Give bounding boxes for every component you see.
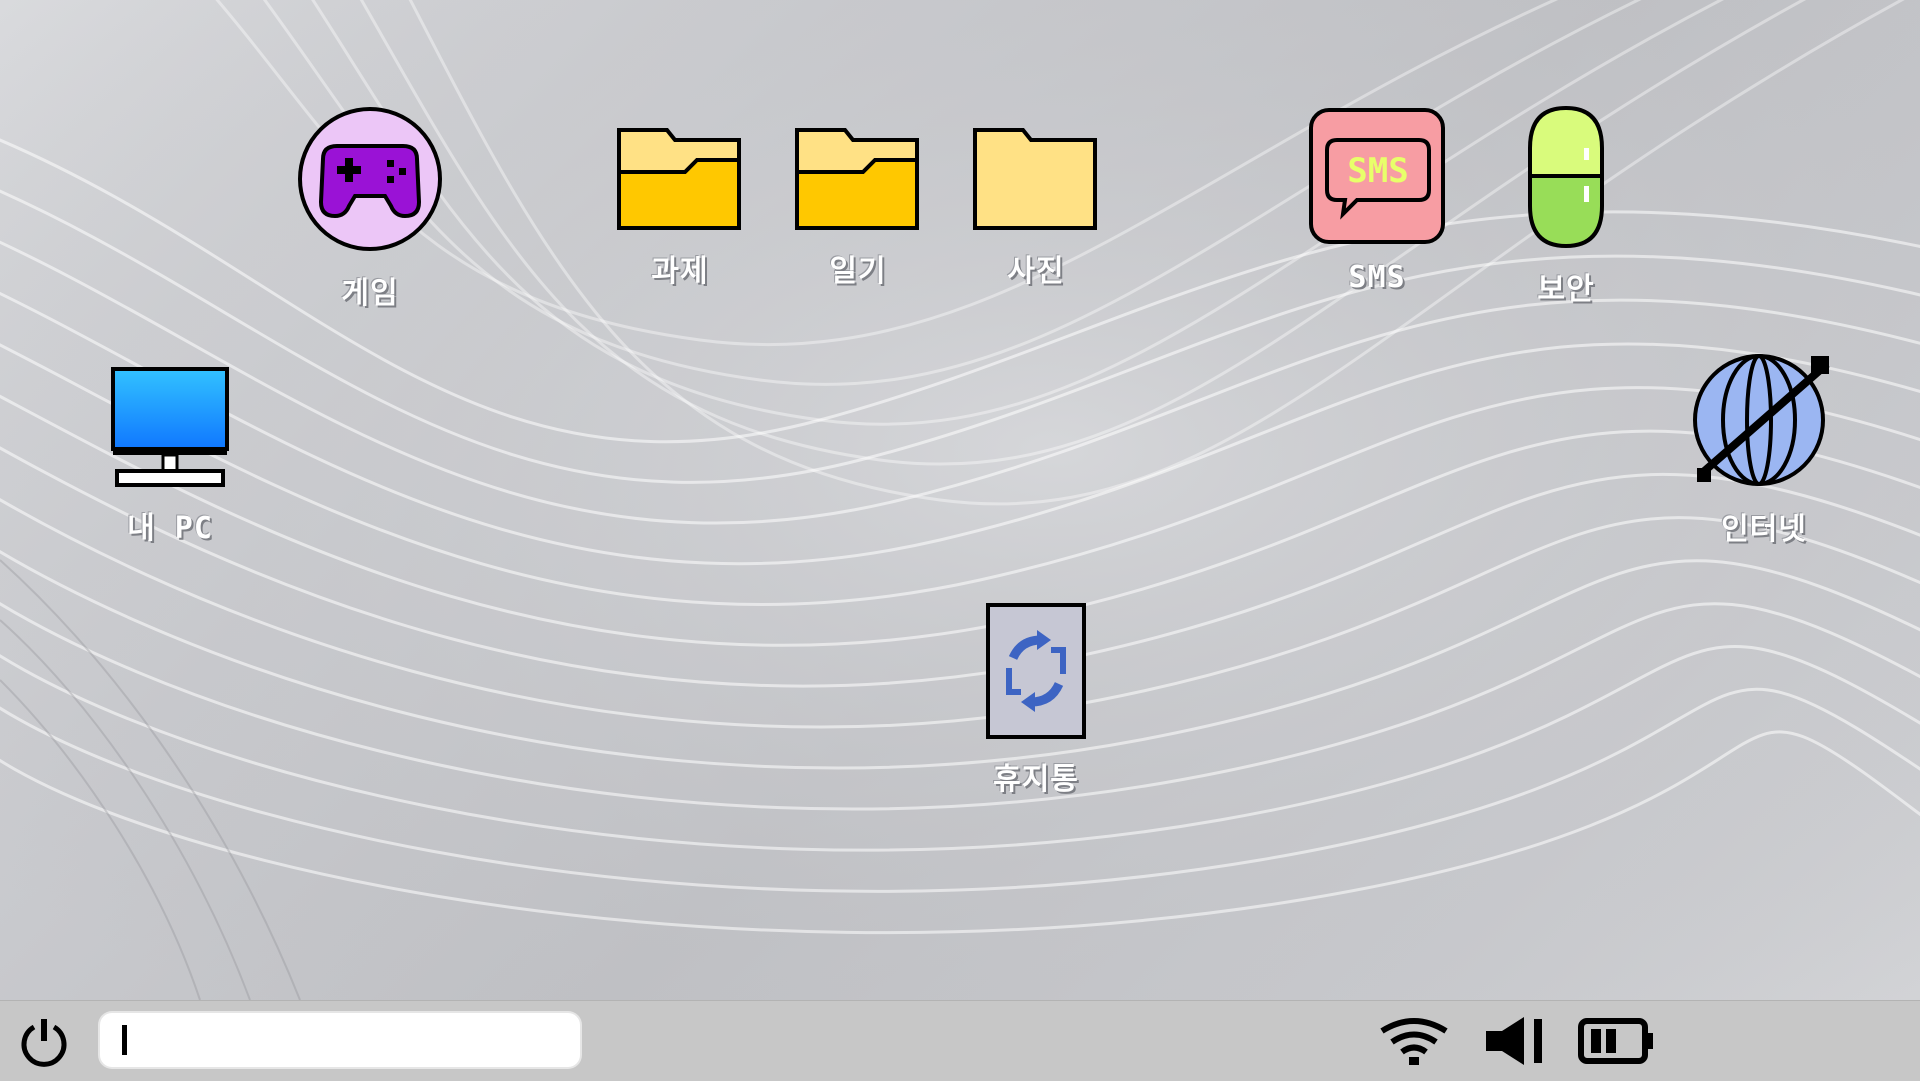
power-icon[interactable] — [18, 1015, 70, 1067]
volume-icon[interactable] — [1484, 1015, 1548, 1067]
folder-icon — [617, 128, 741, 230]
desktop-icon-label: 과제 — [651, 254, 709, 289]
monitor-icon — [111, 367, 229, 487]
pill-icon — [1528, 105, 1604, 249]
desktop-icon-my-pc[interactable]: 내 PC — [90, 365, 250, 547]
folder-icon — [973, 128, 1097, 230]
svg-text:SMS: SMS — [1347, 151, 1408, 191]
search-input[interactable] — [120, 1019, 564, 1063]
desktop-icon-internet[interactable]: 인터넷 — [1684, 352, 1844, 548]
gamepad-icon — [298, 107, 442, 251]
desktop-icon-diary-folder[interactable]: 일기 — [778, 120, 938, 290]
recycle-bin-icon — [986, 603, 1086, 739]
desktop-icon-photos-folder[interactable]: 사진 — [956, 120, 1116, 290]
desktop-icon-label: 인터넷 — [1721, 512, 1807, 547]
search-box[interactable] — [100, 1013, 580, 1067]
desktop-icon-recycle-bin[interactable]: 휴지통 — [956, 602, 1116, 798]
desktop-icon-label: 보안 — [1537, 272, 1595, 307]
desktop-icon-label: 일기 — [829, 254, 887, 289]
sms-chat-icon: SMS — [1309, 108, 1445, 244]
desktop: 게임 과제 일기 사진 SMS SMS 보안 내 PC 인터넷 휴지통 — [0, 0, 1920, 1000]
desktop-icon-label: SMS — [1348, 260, 1406, 295]
desktop-icon-label: 내 PC — [127, 511, 213, 546]
desktop-icon-label: 사진 — [1007, 254, 1065, 289]
desktop-icon-label: 휴지통 — [993, 762, 1079, 797]
folder-icon — [795, 128, 919, 230]
desktop-icon-security[interactable]: 보안 — [1486, 104, 1646, 308]
wifi-icon[interactable] — [1378, 1015, 1450, 1067]
desktop-icon-game[interactable]: 게임 — [290, 104, 450, 312]
desktop-icon-label: 게임 — [341, 276, 399, 311]
taskbar — [0, 1000, 1920, 1081]
globe-icon — [1693, 354, 1830, 486]
desktop-icon-assignments-folder[interactable]: 과제 — [600, 120, 760, 290]
battery-icon — [1578, 1018, 1653, 1064]
desktop-icon-sms[interactable]: SMS SMS — [1297, 106, 1457, 295]
